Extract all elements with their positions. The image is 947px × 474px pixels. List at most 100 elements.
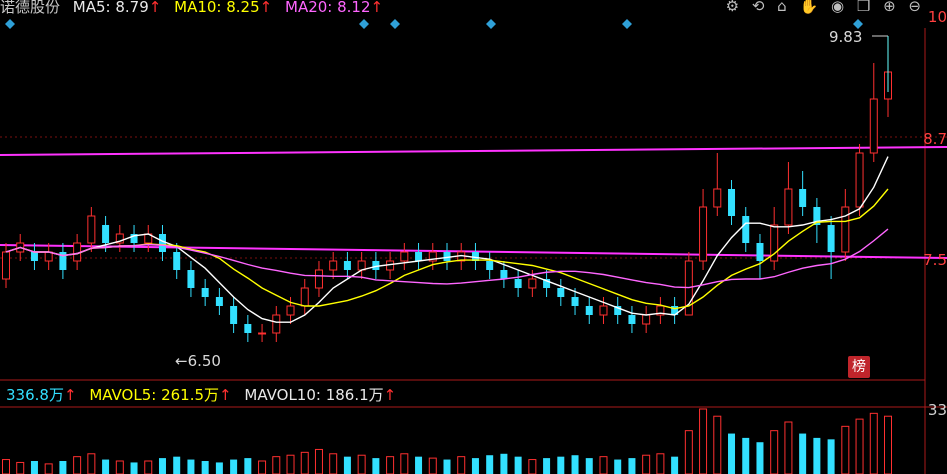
high-price-label: 9.83 <box>829 28 863 46</box>
volume-current: 336.8万↑ <box>6 386 77 404</box>
volume-bar <box>357 454 366 474</box>
volume-bar <box>329 453 338 474</box>
volume-bar <box>869 412 878 474</box>
candle-body <box>827 225 835 252</box>
volume-bar <box>16 461 25 474</box>
volume-bar <box>827 439 835 474</box>
volume-axis-top: 33 <box>927 401 947 419</box>
volume-bar <box>130 462 138 474</box>
volume-bar <box>770 430 779 474</box>
candle-body <box>841 206 850 253</box>
candle-body <box>500 270 508 279</box>
candle-body <box>642 314 651 325</box>
volume-bar <box>713 415 722 474</box>
candle-body <box>30 252 38 261</box>
event-marker <box>5 19 15 29</box>
volume-up-arrow-icon: ↑ <box>63 386 77 404</box>
volume-bars-group <box>2 408 892 474</box>
candle-body <box>329 260 338 271</box>
volume-bar <box>742 437 750 474</box>
volume-bar <box>656 453 665 474</box>
volume-bar <box>756 442 764 474</box>
low-price-label: ←6.50 <box>175 352 221 370</box>
volume-bar <box>115 460 124 474</box>
volume-bar <box>457 456 466 474</box>
ma-lines-group <box>5 156 889 323</box>
candle-body <box>258 332 267 335</box>
price-axis-top: 10 <box>927 8 947 26</box>
volume-bar <box>400 453 409 474</box>
volume-bar <box>699 408 708 474</box>
event-marker <box>486 19 496 29</box>
event-marker <box>359 19 369 29</box>
mavol5-up-arrow-icon: ↑ <box>219 386 232 404</box>
ma5-line <box>5 156 889 323</box>
event-marker <box>390 19 400 29</box>
candle-body <box>158 234 166 252</box>
mavol10-value: MAVOL10: 186.1万 <box>244 386 384 404</box>
volume-bar <box>244 458 252 474</box>
volume-bar <box>73 456 82 474</box>
candle-body <box>272 314 281 334</box>
candle-body <box>314 269 323 289</box>
volume-bar <box>415 456 423 474</box>
volume-bar <box>684 430 693 474</box>
candle-body <box>173 252 181 270</box>
volume-bar <box>799 433 807 474</box>
candle-body <box>557 288 565 297</box>
candle-body <box>187 270 195 288</box>
candle-body <box>528 278 537 289</box>
candles-group <box>2 42 892 342</box>
candle-body <box>230 306 238 324</box>
candle-body <box>514 279 522 288</box>
ranking-badge[interactable]: 榜 <box>848 356 870 378</box>
volume-bar <box>628 458 636 474</box>
low-price-value: 6.50 <box>187 352 221 370</box>
volume-bar <box>201 461 209 474</box>
candle-body <box>699 206 708 262</box>
candle-body <box>756 243 764 261</box>
volume-bar <box>187 459 195 474</box>
volume-bar <box>841 425 850 474</box>
candle-body <box>400 251 409 262</box>
volume-bar <box>813 437 821 474</box>
volume-bar <box>372 458 380 474</box>
candle-body <box>215 297 223 306</box>
volume-bar <box>528 459 537 474</box>
volume-bar <box>443 459 451 474</box>
candle-body <box>728 189 736 216</box>
volume-bar <box>585 458 593 474</box>
candle-body <box>799 189 807 207</box>
volume-bar <box>543 458 551 474</box>
candle-body <box>486 261 494 270</box>
volume-bar <box>102 459 110 474</box>
volume-bar <box>158 458 166 474</box>
volume-bar <box>386 456 395 474</box>
volume-bar <box>557 456 565 474</box>
candle-body <box>201 288 209 297</box>
volume-bar <box>2 459 10 474</box>
candle-body <box>599 305 608 316</box>
candle-body <box>87 215 96 244</box>
volume-bar <box>471 458 479 474</box>
volume-bar <box>614 459 622 474</box>
resistance-line <box>0 146 947 156</box>
candle-body <box>585 306 593 315</box>
mavol5-label: MAVOL5: 261.5万↑ <box>89 386 231 404</box>
candle-body <box>2 251 10 280</box>
volume-bar <box>671 456 679 474</box>
volume-bar <box>571 455 579 474</box>
price-axis-low: 7.5 <box>923 251 947 269</box>
candle-body <box>855 152 864 208</box>
candle-body <box>784 188 793 226</box>
candle-body <box>571 297 579 306</box>
candle-body <box>357 260 366 271</box>
volume-bar <box>500 453 508 474</box>
price-axis-mid: 8.7 <box>923 130 947 148</box>
volume-bar <box>514 456 522 474</box>
volume-bar <box>884 415 892 474</box>
volume-bar <box>173 456 181 474</box>
volume-bar <box>314 448 323 474</box>
candle-body <box>869 98 878 154</box>
volume-bar <box>486 455 494 474</box>
